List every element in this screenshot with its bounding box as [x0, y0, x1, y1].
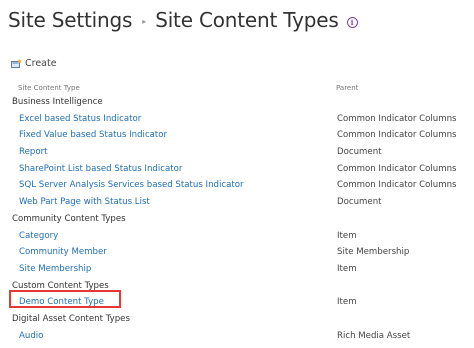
breadcrumb-site-settings[interactable]: Site Settings	[8, 8, 132, 32]
page-title: Site Content Types	[155, 8, 339, 32]
group-name: Digital Asset Content Types	[12, 313, 130, 324]
table-row: Community Member Site Membership	[12, 244, 474, 261]
content-type-link[interactable]: SQL Server Analysis Services based Statu…	[19, 177, 244, 194]
content-type-link[interactable]: Fixed Value based Status Indicator	[19, 127, 167, 144]
group-name: Community Content Types	[12, 213, 126, 224]
group-name: Business Intelligence	[12, 97, 103, 107]
content-type-link[interactable]: Web Part Page with Status List	[19, 194, 150, 211]
parent-cell: Common Indicator Columns	[337, 113, 457, 124]
content-type-link[interactable]: Audio	[19, 328, 43, 345]
table-row: Report Document	[12, 144, 474, 161]
table-row: Excel based Status Indicator Common Indic…	[12, 111, 474, 128]
content-types-table: Site Content Type Parent Business Intell…	[12, 80, 474, 344]
content-type-link[interactable]: Demo Content Type	[19, 294, 104, 311]
group-name: Custom Content Types	[12, 280, 109, 291]
table-row: Web Part Page with Status List Document	[12, 194, 474, 211]
info-icon[interactable]: i	[346, 16, 358, 28]
table-row: Site Membership Item	[12, 261, 474, 278]
breadcrumb-separator-icon: ▸	[142, 16, 147, 26]
parent-cell: Item	[337, 230, 357, 241]
group-header-row: Community Content Types	[12, 211, 474, 228]
content-type-link[interactable]: Community Member	[19, 244, 107, 261]
parent-cell: Item	[337, 263, 357, 274]
create-icon	[11, 58, 22, 68]
table-row: SQL Server Analysis Services based Statu…	[12, 177, 474, 194]
content-type-link[interactable]: Site Membership	[19, 261, 91, 278]
parent-cell: Common Indicator Columns	[337, 180, 457, 191]
parent-cell: Item	[337, 297, 357, 308]
parent-cell: Common Indicator Columns	[337, 163, 457, 174]
column-header-parent: Parent	[336, 84, 359, 92]
content-type-link[interactable]: Excel based Status Indicator	[19, 111, 141, 128]
table-row: Category Item	[12, 228, 474, 245]
content-type-link[interactable]: Category	[19, 228, 58, 245]
create-label: Create	[25, 57, 57, 69]
parent-cell: Site Membership	[337, 247, 410, 258]
group-header-row: Custom Content Types	[12, 278, 474, 295]
content-type-link[interactable]: Report	[19, 144, 48, 161]
parent-cell: Document	[337, 147, 382, 158]
table-row: Demo Content Type Item	[12, 294, 474, 311]
group-header-row: Business Intelligence	[12, 94, 474, 111]
table-row: Fixed Value based Status Indicator Common…	[12, 127, 474, 144]
content-type-link[interactable]: SharePoint List based Status Indicator	[19, 161, 182, 178]
create-button[interactable]: Create	[11, 56, 57, 70]
parent-cell: Rich Media Asset	[337, 330, 411, 341]
page-title-breadcrumb: Site Settings ▸ Site Content Types i	[8, 4, 358, 36]
table-row: Audio Rich Media Asset	[12, 328, 474, 345]
column-header-name: Site Content Type	[18, 84, 80, 92]
table-row: SharePoint List based Status Indicator Co…	[12, 161, 474, 178]
parent-cell: Document	[337, 197, 382, 208]
table-header: Site Content Type Parent	[12, 80, 474, 94]
group-header-row: Digital Asset Content Types	[12, 311, 474, 328]
parent-cell: Common Indicator Columns	[337, 130, 457, 141]
